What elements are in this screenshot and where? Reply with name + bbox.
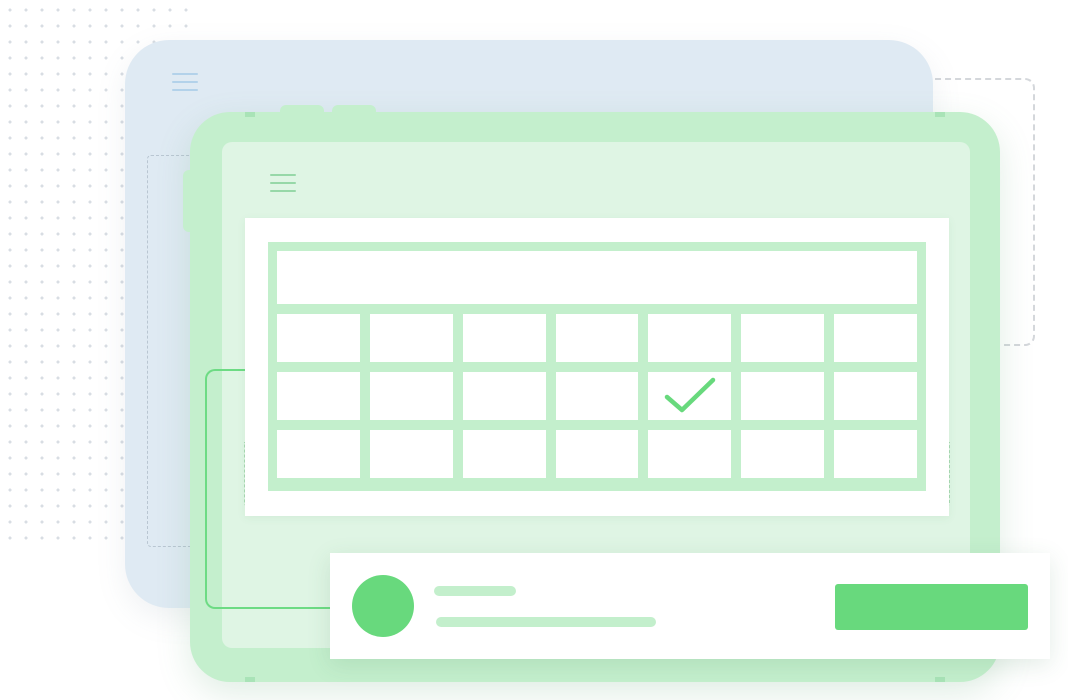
checkmark-icon <box>664 377 716 413</box>
tablet-notch <box>245 677 255 682</box>
calendar-grid <box>277 314 917 478</box>
tablet-side-button <box>183 170 193 232</box>
calendar-day-cell[interactable] <box>648 314 732 362</box>
calendar-widget <box>268 242 926 491</box>
calendar-day-cell[interactable] <box>648 430 732 478</box>
calendar-day-cell[interactable] <box>834 430 917 478</box>
calendar-day-cell[interactable] <box>555 372 639 420</box>
calendar-day-cell[interactable] <box>369 372 453 420</box>
calendar-day-cell[interactable] <box>834 314 917 362</box>
calendar-card <box>245 218 949 516</box>
calendar-day-cell[interactable] <box>277 314 360 362</box>
calendar-day-cell[interactable] <box>277 372 360 420</box>
calendar-day-cell[interactable] <box>369 314 453 362</box>
tablet-button <box>332 105 376 115</box>
calendar-header <box>277 251 917 304</box>
calendar-day-cell[interactable] <box>555 314 639 362</box>
notification-card <box>330 553 1050 659</box>
calendar-day-cell[interactable] <box>834 372 917 420</box>
calendar-day-cell[interactable] <box>555 430 639 478</box>
avatar <box>352 575 414 637</box>
calendar-day-cell[interactable] <box>462 372 546 420</box>
hamburger-menu-icon[interactable] <box>172 73 198 93</box>
tablet-button <box>280 105 324 115</box>
hamburger-menu-icon[interactable] <box>270 174 296 194</box>
text-placeholder-line <box>434 586 516 596</box>
calendar-day-cell[interactable] <box>369 430 453 478</box>
calendar-day-cell[interactable] <box>462 430 546 478</box>
tablet-notch <box>245 112 255 117</box>
calendar-day-cell[interactable] <box>741 430 825 478</box>
calendar-day-cell[interactable] <box>648 372 732 420</box>
tablet-notch <box>935 677 945 682</box>
calendar-day-cell[interactable] <box>462 314 546 362</box>
calendar-day-cell[interactable] <box>277 430 360 478</box>
calendar-day-cell[interactable] <box>741 372 825 420</box>
text-placeholder-line <box>436 617 656 627</box>
action-button[interactable] <box>835 584 1028 630</box>
calendar-day-cell[interactable] <box>741 314 825 362</box>
illustration-stage <box>0 0 1068 700</box>
tablet-notch <box>935 112 945 117</box>
